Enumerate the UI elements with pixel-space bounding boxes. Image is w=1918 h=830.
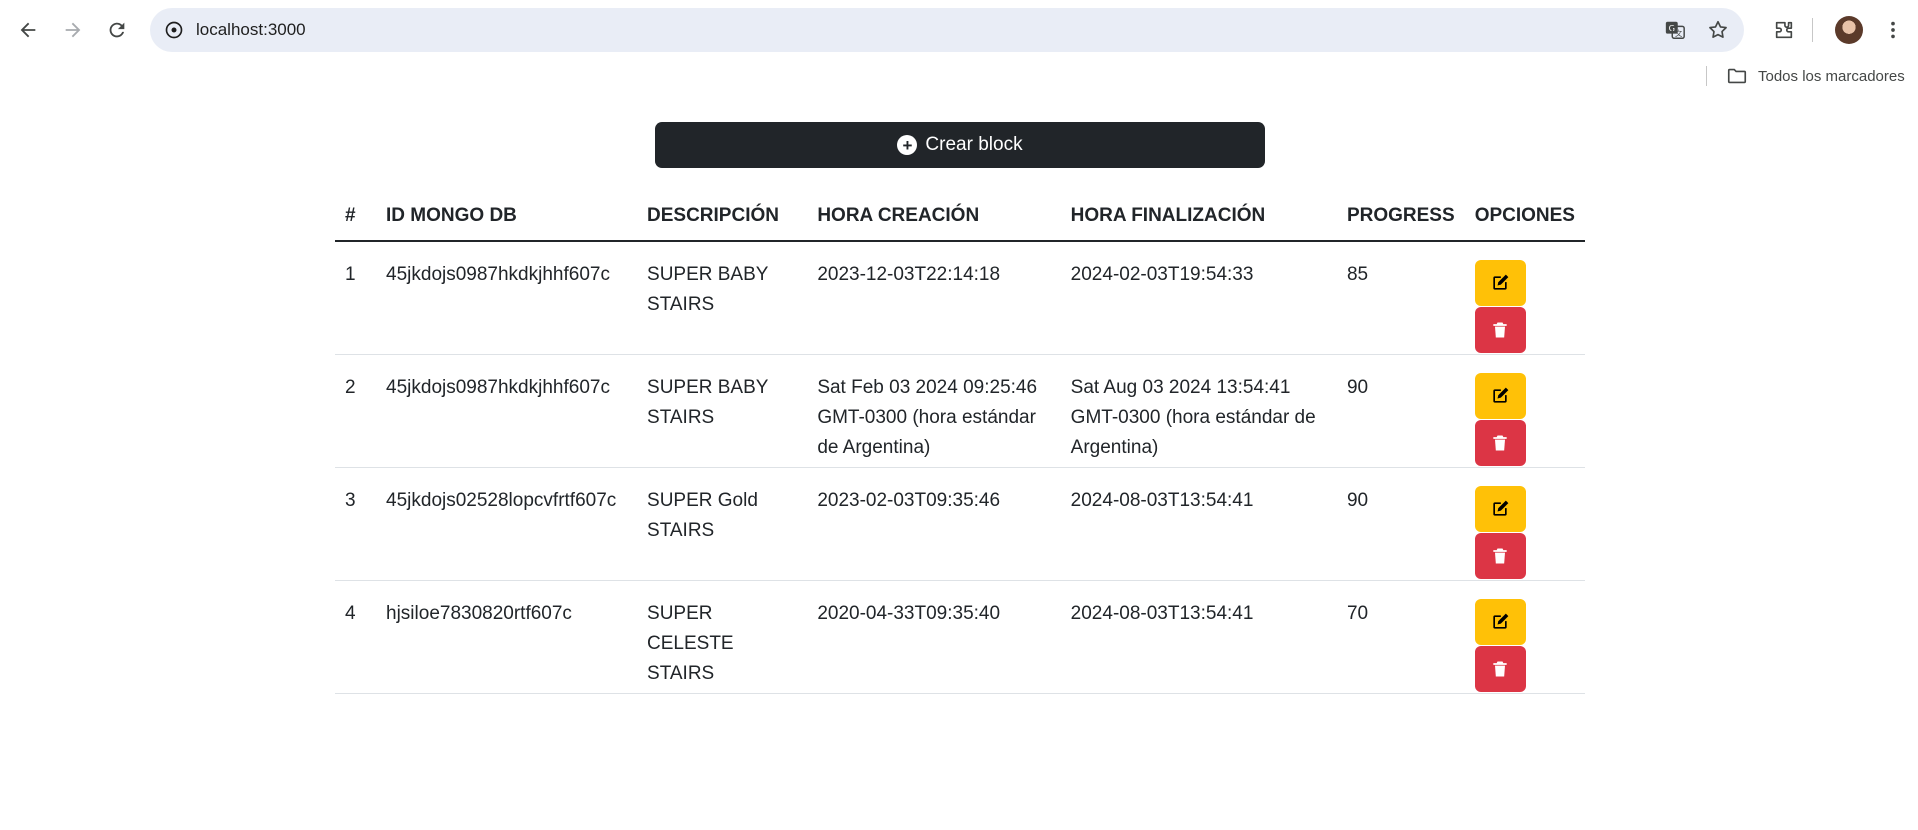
- edit-icon: [1493, 274, 1509, 290]
- row-description: SUPER CELESTE STAIRS: [637, 580, 808, 694]
- browser-menu-button[interactable]: [1875, 12, 1911, 48]
- row-options: [1464, 467, 1585, 581]
- row-finished: 2024-02-03T19:54:33: [1060, 241, 1337, 355]
- delete-button[interactable]: [1474, 420, 1526, 466]
- delete-button[interactable]: [1474, 646, 1526, 692]
- edit-button[interactable]: [1474, 260, 1526, 306]
- edit-icon: [1493, 387, 1509, 403]
- header-number: #: [335, 192, 377, 242]
- star-icon[interactable]: [1705, 17, 1731, 43]
- trash-icon: [1493, 661, 1507, 677]
- row-number: 2: [335, 354, 377, 468]
- row-progress: 70: [1336, 580, 1465, 694]
- create-block-label: Crear block: [925, 134, 1023, 155]
- table-header-row: # ID MONGO DB DESCRIPCIÓN HORA CREACIÓN …: [335, 192, 1585, 242]
- delete-button[interactable]: [1474, 533, 1526, 579]
- row-id: 45jkdojs02528lopcvfrtf607c: [376, 467, 638, 581]
- row-finished: 2024-08-03T13:54:41: [1060, 580, 1337, 694]
- row-progress: 90: [1336, 467, 1465, 581]
- row-number: 1: [335, 241, 377, 355]
- row-progress: 85: [1336, 241, 1465, 355]
- row-created: Sat Feb 03 2024 09:25:46 GMT-0300 (hora …: [807, 354, 1061, 468]
- svg-text:文: 文: [1675, 29, 1683, 38]
- address-bar[interactable]: localhost:3000 G文: [150, 8, 1744, 52]
- header-created: HORA CREACIÓN: [807, 192, 1061, 242]
- row-options: [1464, 241, 1585, 355]
- arrow-right-icon: [65, 22, 81, 38]
- row-finished: 2024-08-03T13:54:41: [1060, 467, 1337, 581]
- reload-button[interactable]: [99, 12, 135, 48]
- table-row: 3 45jkdojs02528lopcvfrtf607c SUPER Gold …: [335, 467, 1585, 581]
- edit-button[interactable]: [1474, 599, 1526, 645]
- row-progress: 90: [1336, 354, 1465, 468]
- arrow-left-icon: [20, 22, 36, 38]
- row-created: 2023-12-03T22:14:18: [807, 241, 1061, 355]
- blocks-table: # ID MONGO DB DESCRIPCIÓN HORA CREACIÓN …: [335, 192, 1585, 694]
- row-description: SUPER Gold STAIRS: [637, 467, 808, 581]
- url-text[interactable]: localhost:3000: [196, 20, 306, 40]
- row-number: 3: [335, 467, 377, 581]
- row-id: hjsiloe7830820rtf607c: [376, 580, 638, 694]
- back-button[interactable]: [10, 12, 46, 48]
- delete-button[interactable]: [1474, 307, 1526, 353]
- forward-button[interactable]: [55, 12, 91, 48]
- extensions-button[interactable]: [1766, 12, 1802, 48]
- trash-icon: [1493, 435, 1507, 451]
- edit-icon: [1493, 613, 1509, 629]
- row-options: [1464, 580, 1585, 694]
- table-row: 2 45jkdojs0987hkdkjhhf607c SUPER BABY ST…: [335, 354, 1585, 468]
- all-bookmarks-label: Todos los marcadores: [1758, 67, 1905, 85]
- row-created: 2020-04-33T09:35:40: [807, 580, 1061, 694]
- trash-icon: [1493, 322, 1507, 338]
- plus-circle-icon: +: [897, 135, 918, 155]
- header-id: ID MONGO DB: [376, 192, 638, 242]
- header-progress: PROGRESS: [1336, 192, 1465, 242]
- folder-icon: [1727, 68, 1747, 84]
- bookmarks-bar: Todos los marcadores: [0, 60, 1918, 92]
- row-id: 45jkdojs0987hkdkjhhf607c: [376, 241, 638, 355]
- bookmarks-divider: [1706, 66, 1707, 86]
- row-finished: Sat Aug 03 2024 13:54:41 GMT-0300 (hora …: [1060, 354, 1337, 468]
- toolbar-divider: [1812, 18, 1813, 42]
- header-options: OPCIONES: [1464, 192, 1585, 242]
- kebab-menu-icon: [1891, 21, 1895, 39]
- translate-icon[interactable]: G文: [1662, 17, 1688, 43]
- edit-button[interactable]: [1474, 486, 1526, 532]
- header-finished: HORA FINALIZACIÓN: [1060, 192, 1337, 242]
- trash-icon: [1493, 548, 1507, 564]
- row-description: SUPER BABY STAIRS: [637, 354, 808, 468]
- table-row: 4 hjsiloe7830820rtf607c SUPER CELESTE ST…: [335, 580, 1585, 694]
- puzzle-icon: [1775, 21, 1793, 39]
- profile-avatar[interactable]: [1835, 16, 1863, 44]
- row-description: SUPER BABY STAIRS: [637, 241, 808, 355]
- edit-icon: [1493, 500, 1509, 516]
- row-options: [1464, 354, 1585, 468]
- create-block-button[interactable]: + Crear block: [655, 122, 1265, 168]
- table-row: 1 45jkdojs0987hkdkjhhf607c SUPER BABY ST…: [335, 241, 1585, 355]
- site-info-icon[interactable]: [160, 16, 188, 44]
- reload-icon: [109, 22, 125, 38]
- browser-toolbar: localhost:3000 G文: [0, 0, 1918, 60]
- row-id: 45jkdojs0987hkdkjhhf607c: [376, 354, 638, 468]
- header-description: DESCRIPCIÓN: [637, 192, 808, 242]
- all-bookmarks-button[interactable]: Todos los marcadores: [1726, 64, 1905, 88]
- edit-button[interactable]: [1474, 373, 1526, 419]
- row-number: 4: [335, 580, 377, 694]
- row-created: 2023-02-03T09:35:46: [807, 467, 1061, 581]
